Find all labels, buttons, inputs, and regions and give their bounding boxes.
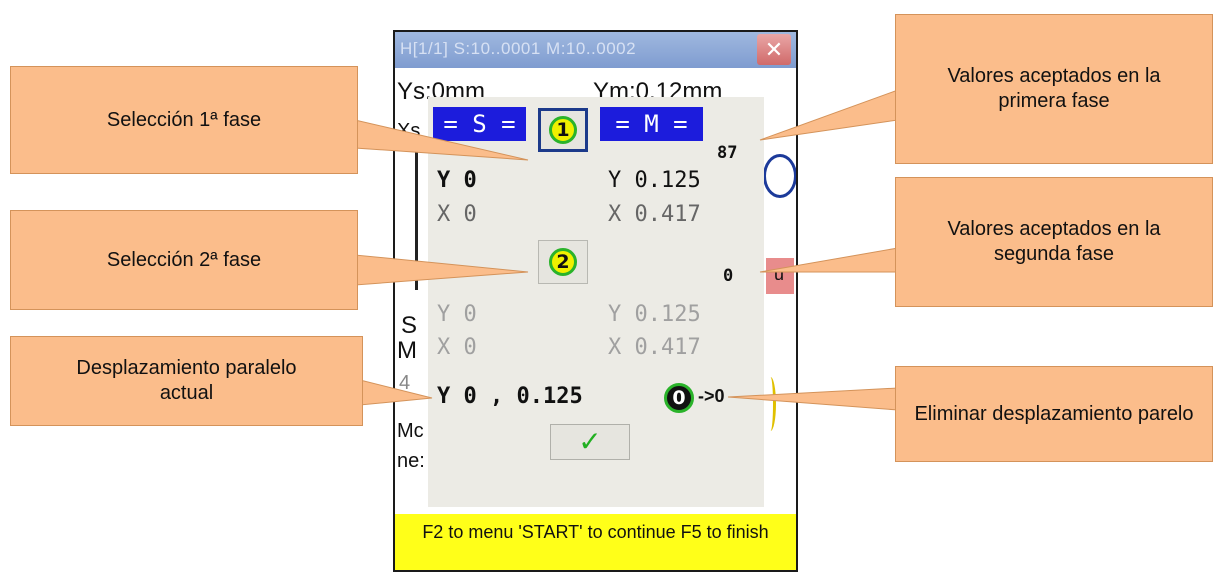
connector-current-offset xyxy=(359,379,433,406)
connector-phase1 xyxy=(354,119,529,161)
callout-current-offset: Desplazamiento paralelo actual xyxy=(10,336,363,426)
callout-accepted-phase1: Valores aceptados en la primera fase xyxy=(895,14,1213,164)
connector-accepted-phase2 xyxy=(759,247,899,273)
callout-phase2-select: Selección 2ª fase xyxy=(10,210,358,310)
connector-phase2 xyxy=(354,254,529,286)
connector-remove-offset xyxy=(727,387,899,411)
callout-phase1-select: Selección 1ª fase xyxy=(10,66,358,174)
callout-accepted-phase2: Valores aceptados en la segunda fase xyxy=(895,177,1213,307)
connector-accepted-phase1 xyxy=(759,89,899,141)
callout-remove-offset: Eliminar desplazamiento parelo xyxy=(895,366,1213,462)
